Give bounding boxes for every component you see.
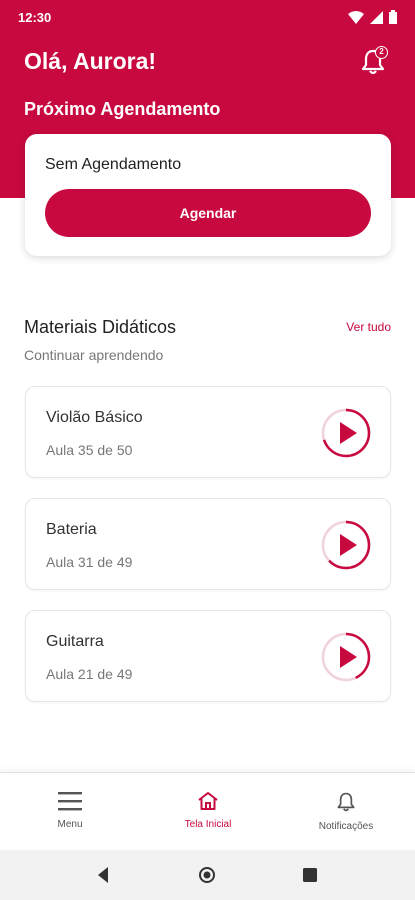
notifications-button[interactable]: 2	[360, 46, 390, 78]
nav-notifications-label: Notificações	[318, 821, 374, 832]
play-icon[interactable]	[320, 519, 372, 571]
course-lesson: Aula 31 de 49	[46, 554, 133, 570]
course-lesson: Aula 21 de 49	[46, 666, 133, 682]
course-card[interactable]: Guitarra Aula 21 de 49	[25, 610, 391, 702]
course-name: Bateria	[46, 521, 97, 538]
back-icon[interactable]	[96, 865, 110, 885]
see-all-link[interactable]: Ver tudo	[346, 320, 391, 334]
materials-subtitle: Continuar aprendendo	[24, 347, 164, 363]
materials-title: Materiais Didáticos	[24, 317, 177, 337]
nav-menu[interactable]: Menu	[15, 791, 125, 830]
system-navigation-bar	[0, 850, 415, 900]
schedule-button[interactable]: Agendar	[45, 189, 371, 237]
next-appointment-title: Próximo Agendamento	[24, 99, 221, 119]
hamburger-icon	[58, 792, 82, 811]
play-icon[interactable]	[320, 631, 372, 683]
greeting-title: Olá, Aurora!	[24, 48, 157, 74]
home-circle-icon[interactable]	[197, 865, 217, 885]
course-lesson: Aula 35 de 50	[46, 442, 133, 458]
notification-badge: 2	[375, 46, 388, 59]
bottom-navigation: Menu Tela Inicial Notificações	[0, 772, 415, 850]
course-card[interactable]: Bateria Aula 31 de 49	[25, 498, 391, 590]
wifi-icon	[348, 10, 364, 24]
bell-icon	[337, 792, 355, 812]
course-name: Violão Básico	[46, 409, 143, 426]
nav-menu-label: Menu	[57, 819, 83, 830]
nav-notifications[interactable]: Notificações	[291, 791, 401, 832]
signal-icon	[370, 10, 383, 24]
status-time: 12:30	[18, 9, 52, 25]
play-icon[interactable]	[320, 407, 372, 459]
status-bar: 12:30	[0, 0, 415, 34]
recents-icon[interactable]	[302, 865, 318, 885]
no-appointment-text: Sem Agendamento	[45, 156, 182, 173]
course-card[interactable]: Violão Básico Aula 35 de 50	[25, 386, 391, 478]
nav-home-label: Tela Inicial	[184, 819, 232, 830]
nav-home[interactable]: Tela Inicial	[153, 791, 263, 830]
battery-icon	[389, 10, 397, 24]
appointment-card: Sem Agendamento Agendar	[25, 134, 391, 256]
course-name: Guitarra	[46, 633, 104, 650]
home-icon	[198, 792, 218, 810]
